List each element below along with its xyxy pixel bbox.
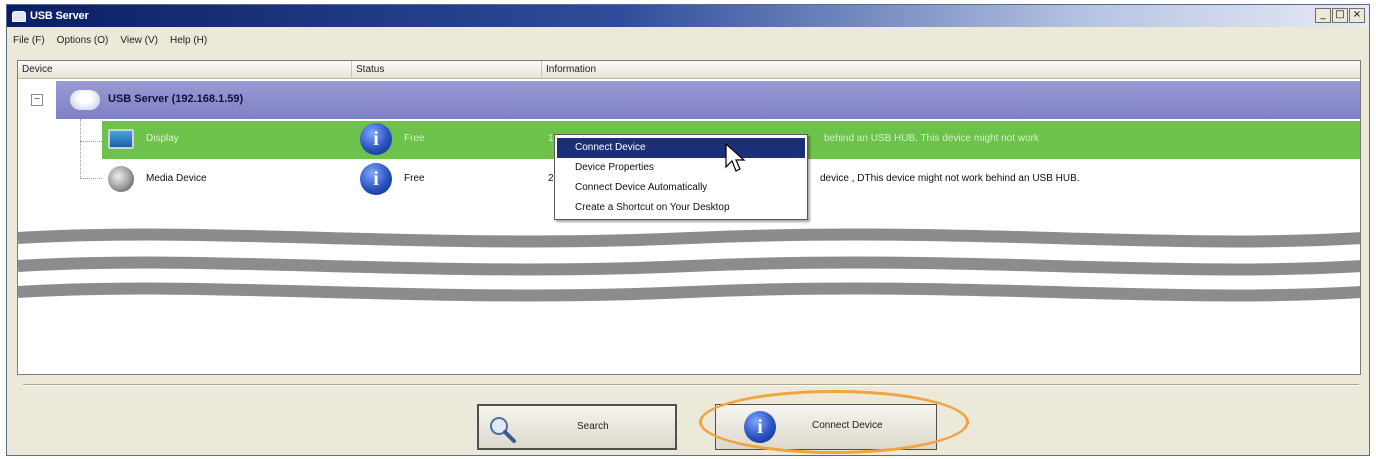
search-button[interactable]: Search bbox=[477, 404, 677, 450]
device-name: Display bbox=[146, 133, 179, 144]
info-icon: i bbox=[744, 411, 776, 443]
device-name: Media Device bbox=[146, 173, 207, 184]
column-header-status[interactable]: Status bbox=[352, 61, 542, 79]
window-title: USB Server bbox=[30, 10, 89, 22]
menu-view[interactable]: View (V) bbox=[120, 35, 158, 46]
monitor-icon bbox=[108, 129, 134, 149]
app-icon bbox=[12, 10, 26, 22]
server-row[interactable]: − USB Server (192.168.1.59) bbox=[18, 81, 1360, 119]
search-icon bbox=[490, 417, 516, 443]
usb-server-window: USB Server _ □ × File (F) Options (O) Vi… bbox=[6, 4, 1370, 456]
close-button[interactable]: × bbox=[1349, 8, 1365, 23]
device-info: device , DThis device might not work beh… bbox=[820, 173, 1080, 184]
connect-device-button[interactable]: i Connect Device bbox=[715, 404, 937, 450]
title-bar[interactable]: USB Server _ □ × bbox=[7, 5, 1369, 27]
info-icon: i bbox=[360, 123, 392, 155]
context-menu-connect-automatically[interactable]: Connect Device Automatically bbox=[557, 178, 805, 198]
window-controls: _ □ × bbox=[1315, 8, 1365, 23]
menu-help[interactable]: Help (H) bbox=[170, 35, 207, 46]
context-menu-connect-device[interactable]: Connect Device bbox=[557, 138, 805, 158]
mouse-pointer-icon bbox=[725, 143, 746, 172]
server-label: USB Server (192.168.1.59) bbox=[108, 93, 244, 105]
collapse-icon[interactable]: − bbox=[31, 94, 43, 106]
column-header-information[interactable]: Information bbox=[542, 61, 1360, 79]
cloud-server-icon bbox=[70, 90, 100, 110]
context-menu-create-shortcut[interactable]: Create a Shortcut on Your Desktop bbox=[557, 198, 805, 218]
device-info-prefix: 1 bbox=[548, 133, 554, 144]
context-menu: Connect Device Device Properties Connect… bbox=[554, 134, 808, 220]
minimize-button[interactable]: _ bbox=[1315, 8, 1331, 23]
connect-device-button-label: Connect Device bbox=[812, 420, 883, 431]
server-row-highlight bbox=[56, 81, 1360, 119]
maximize-button[interactable]: □ bbox=[1332, 8, 1348, 23]
column-headers: Device Status Information bbox=[18, 61, 1360, 79]
break-wave-graphic bbox=[18, 228, 1360, 302]
device-status: Free bbox=[404, 133, 425, 144]
column-header-device[interactable]: Device bbox=[18, 61, 352, 79]
separator bbox=[23, 384, 1359, 386]
context-menu-device-properties[interactable]: Device Properties bbox=[557, 158, 805, 178]
search-button-label: Search bbox=[577, 421, 609, 432]
device-info: behind an USB HUB. This device might not… bbox=[824, 133, 1039, 144]
menu-bar: File (F) Options (O) View (V) Help (H) bbox=[7, 28, 1369, 52]
device-status: Free bbox=[404, 173, 425, 184]
info-icon: i bbox=[360, 163, 392, 195]
speaker-icon bbox=[108, 166, 134, 192]
menu-file[interactable]: File (F) bbox=[13, 35, 45, 46]
menu-options[interactable]: Options (O) bbox=[57, 35, 109, 46]
